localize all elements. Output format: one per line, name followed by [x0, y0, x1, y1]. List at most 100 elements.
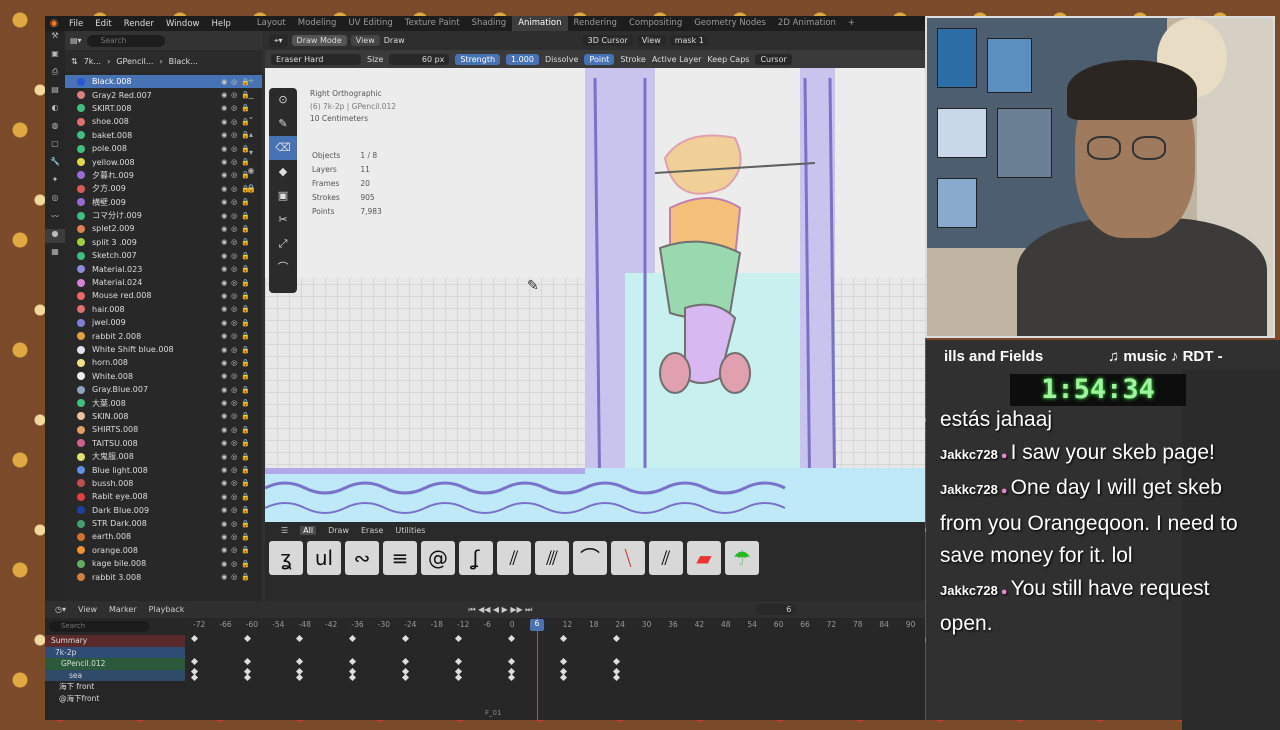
material-slot[interactable]: jwel.009 ◉◎🔒: [65, 316, 262, 329]
visibility-lock-icon[interactable]: ◉◎🔒: [221, 439, 254, 447]
lock-icon[interactable]: 🔒: [242, 184, 260, 202]
cutter-tool-icon[interactable]: ✂: [269, 208, 297, 232]
keyframe[interactable]: [243, 634, 251, 643]
fill-tool-icon[interactable]: ◆: [269, 160, 297, 184]
tab-all[interactable]: All: [300, 525, 317, 535]
keyframe[interactable]: [296, 634, 304, 643]
visibility-lock-icon[interactable]: ◉◎🔒: [221, 319, 254, 327]
cursor-select[interactable]: 3D Cursor: [582, 35, 633, 46]
brush-hatch-icon[interactable]: ⫻: [535, 541, 569, 575]
material-slot[interactable]: kage bile.008 ◉◎🔒: [65, 557, 262, 570]
keyframe[interactable]: [454, 673, 462, 682]
keyframe[interactable]: [243, 657, 251, 666]
material-slot[interactable]: bussh.008 ◉◎🔒: [65, 477, 262, 490]
breadcrumb-object[interactable]: 7k...: [84, 57, 101, 66]
keyframe[interactable]: [190, 673, 198, 682]
menu-icon[interactable]: ☰: [281, 526, 288, 535]
material-slot[interactable]: split 3 .009 ◉◎🔒: [65, 236, 262, 249]
visibility-lock-icon[interactable]: ◉◎🔒: [221, 279, 254, 287]
visibility-lock-icon[interactable]: ◉◎🔒: [221, 453, 254, 461]
keep-caps-option[interactable]: Keep Caps: [707, 55, 749, 64]
visibility-lock-icon[interactable]: ◉◎🔒: [221, 573, 254, 581]
draw-tool-icon[interactable]: ✎: [269, 112, 297, 136]
editor-type-button[interactable]: ⌖▾: [269, 34, 288, 47]
material-slot[interactable]: 横壁.009 ◉◎🔒: [65, 196, 262, 209]
editor-type-icon[interactable]: ◷▾: [55, 605, 66, 614]
channel-layer-sea[interactable]: sea: [45, 669, 185, 681]
keyframe[interactable]: [613, 634, 621, 643]
keyframe[interactable]: [507, 634, 515, 643]
brush-select[interactable]: Eraser Hard: [271, 53, 361, 65]
brush-eraser-soft-icon[interactable]: ⫽: [649, 541, 683, 575]
keyframe[interactable]: [296, 657, 304, 666]
menu-view[interactable]: View: [350, 35, 380, 46]
add-slot-icon[interactable]: +: [242, 76, 260, 94]
visibility-lock-icon[interactable]: ◉◎🔒: [221, 305, 254, 313]
keyframe[interactable]: [507, 657, 515, 666]
visibility-icon[interactable]: ◉: [242, 166, 260, 184]
point-mode-button[interactable]: Point: [584, 53, 615, 65]
keyframe[interactable]: [349, 634, 357, 643]
chevron-down-icon[interactable]: ⌄: [242, 112, 260, 130]
playhead[interactable]: [537, 618, 538, 720]
breadcrumb-material[interactable]: Black...: [169, 57, 198, 66]
material-slot[interactable]: White Shift blue.008 ◉◎🔒: [65, 343, 262, 356]
brush-chisel-icon[interactable]: ʆ: [459, 541, 493, 575]
material-slot[interactable]: STR Dark.008 ◉◎🔒: [65, 517, 262, 530]
strength-field[interactable]: 1.000: [506, 53, 539, 65]
keyframe[interactable]: [560, 673, 568, 682]
texture-icon[interactable]: ▦: [45, 247, 65, 261]
tab-geometry-nodes[interactable]: Geometry Nodes: [688, 16, 772, 31]
menu-window[interactable]: Window: [160, 19, 206, 29]
drawing-canvas[interactable]: ✎ ⊙ ✎ ⌫ ◆ ▣ ✂ ⤢ ⌒ Right Orthographic (6)…: [265, 68, 925, 531]
material-slot[interactable]: splet2.009 ◉◎🔒: [65, 222, 262, 235]
material-slot[interactable]: rabbit 2.008 ◉◎🔒: [65, 329, 262, 342]
data-icon[interactable]: 〰: [45, 211, 65, 225]
dissolve-option[interactable]: Dissolve: [545, 55, 579, 64]
material-slot[interactable]: コマ分け.009 ◉◎🔒: [65, 209, 262, 222]
visibility-lock-icon[interactable]: ◉◎🔒: [221, 386, 254, 394]
tab-compositing[interactable]: Compositing: [623, 16, 688, 31]
visibility-lock-icon[interactable]: ◉◎🔒: [221, 506, 254, 514]
world-icon[interactable]: ◍: [45, 121, 65, 135]
add-workspace-icon[interactable]: +: [842, 16, 861, 31]
brush-airbrush-icon[interactable]: @: [421, 541, 455, 575]
material-slot[interactable]: TAITSU.008 ◉◎🔒: [65, 437, 262, 450]
brush-curve-icon[interactable]: ⌒: [573, 541, 607, 575]
size-field[interactable]: 60 px: [389, 53, 450, 65]
move-down-icon[interactable]: ▾: [242, 148, 260, 166]
material-slot[interactable]: Mouse red.008 ◉◎🔒: [65, 289, 262, 302]
channel-gpencil[interactable]: GPencil.012: [45, 658, 185, 670]
keyframe[interactable]: [613, 673, 621, 682]
tab-texture-paint[interactable]: Texture Paint: [399, 16, 466, 31]
menu-edit[interactable]: Edit: [89, 19, 117, 29]
channel-object[interactable]: 7k-2p: [45, 646, 185, 658]
keyframe[interactable]: [454, 634, 462, 643]
keyframe[interactable]: [401, 634, 410, 643]
visibility-lock-icon[interactable]: ◉◎🔒: [221, 332, 254, 340]
brush-pencil-soft-icon[interactable]: ⫽: [497, 541, 531, 575]
keyframe[interactable]: [296, 673, 304, 682]
tab-rendering[interactable]: Rendering: [568, 16, 623, 31]
modifier-icon[interactable]: 🔧: [45, 157, 65, 171]
keyframe[interactable]: [560, 634, 568, 643]
view-layer-icon[interactable]: ▤: [45, 85, 65, 99]
visibility-lock-icon[interactable]: ◉◎🔒: [221, 493, 254, 501]
erase-tool-icon[interactable]: ⌫: [269, 136, 297, 160]
material-slot[interactable]: Rabit eye.008 ◉◎🔒: [65, 490, 262, 503]
brush-tint-icon[interactable]: ☂: [725, 541, 759, 575]
playback-controls[interactable]: ⏮ ◀◀ ◀ ▶ ▶▶ ⏭: [468, 605, 532, 615]
keyframe[interactable]: [190, 657, 198, 666]
select-tool-icon[interactable]: ⊙: [269, 88, 297, 112]
menu-render[interactable]: Render: [118, 19, 160, 29]
material-slot[interactable]: Material.023 ◉◎🔒: [65, 262, 262, 275]
line-tool-icon[interactable]: ⌒: [269, 256, 297, 280]
visibility-lock-icon[interactable]: ◉◎🔒: [221, 466, 254, 474]
channel-summary[interactable]: Summary: [45, 635, 185, 647]
menu-playback[interactable]: Playback: [149, 605, 185, 614]
material-slot[interactable]: Sketch.007 ◉◎🔒: [65, 249, 262, 262]
visibility-lock-icon[interactable]: ◉◎🔒: [221, 533, 254, 541]
frame-ruler[interactable]: -72-66-60-54-48-42-36-30-24-18-12-606121…: [185, 618, 925, 632]
physics-icon[interactable]: ◎: [45, 193, 65, 207]
render-icon[interactable]: ▣: [45, 49, 65, 63]
